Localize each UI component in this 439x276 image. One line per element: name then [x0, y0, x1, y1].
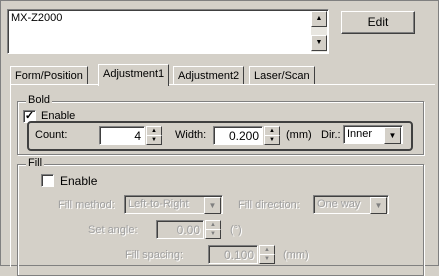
- tab-form-position[interactable]: Form/Position: [10, 66, 88, 85]
- dir-select[interactable]: Inner ▼: [343, 125, 403, 144]
- tab-strip: Form/Position Adjustment1 Adjustment2 La…: [10, 64, 430, 86]
- scroll-up-button[interactable]: ▲: [311, 11, 327, 27]
- count-input[interactable]: 4: [99, 126, 145, 145]
- fill-direction-label: Fill direction:: [238, 199, 300, 211]
- fill-group-title: Fill: [26, 157, 45, 169]
- dir-label: Dir.:: [321, 129, 341, 141]
- chevron-down-icon[interactable]: ▼: [204, 197, 221, 214]
- fill-enable-label[interactable]: Enable: [60, 174, 97, 188]
- spin-down-icon[interactable]: ▼: [264, 135, 280, 145]
- set-angle-label: Set angle:: [88, 224, 138, 236]
- count-label: Count:: [35, 129, 68, 141]
- chevron-down-icon[interactable]: ▼: [384, 127, 401, 144]
- tab-adjustment1[interactable]: Adjustment1: [98, 64, 170, 86]
- set-angle-input[interactable]: 0.00: [156, 220, 204, 239]
- fill-method-value: Left-to-Right: [128, 198, 189, 210]
- fill-direction-value: One way: [317, 198, 361, 210]
- fill-spacing-spinner[interactable]: ▲ ▼: [259, 245, 275, 264]
- set-angle-spinner[interactable]: ▲ ▼: [205, 220, 221, 239]
- fill-method-label: Fill method:: [58, 199, 115, 211]
- model-list-scrollbar[interactable]: ▲ ▼: [311, 11, 327, 52]
- scroll-down-button[interactable]: ▼: [311, 35, 327, 51]
- edit-button[interactable]: Edit: [341, 11, 415, 34]
- model-list-item[interactable]: MX-Z2000: [11, 12, 62, 24]
- fill-spacing-label: Fill spacing:: [125, 249, 184, 261]
- dir-select-value: Inner: [347, 128, 373, 140]
- width-label: Width:: [175, 129, 207, 141]
- spin-down-icon[interactable]: ▼: [205, 229, 221, 239]
- chevron-down-icon[interactable]: ▼: [370, 197, 387, 214]
- fill-enable-checkbox[interactable]: [41, 174, 54, 187]
- spin-down-icon[interactable]: ▼: [146, 135, 162, 145]
- fill-method-select[interactable]: Left-to-Right ▼: [124, 195, 223, 214]
- bold-group-title: Bold: [26, 94, 53, 106]
- model-list[interactable]: MX-Z2000 ▲ ▼: [7, 9, 329, 54]
- fill-direction-select[interactable]: One way ▼: [313, 195, 389, 214]
- set-angle-unit: (°): [230, 224, 242, 236]
- tab-adjustment2[interactable]: Adjustment2: [173, 66, 245, 85]
- count-spinner[interactable]: ▲ ▼: [146, 126, 162, 145]
- fill-spacing-unit: (mm): [283, 249, 309, 261]
- spin-down-icon[interactable]: ▼: [259, 254, 275, 264]
- fill-spacing-input[interactable]: 0.100: [208, 245, 258, 264]
- width-spinner[interactable]: ▲ ▼: [264, 126, 280, 145]
- width-unit: (mm): [286, 129, 312, 141]
- width-input[interactable]: 0.200: [213, 126, 263, 145]
- tab-laser-scan[interactable]: Laser/Scan: [249, 66, 315, 85]
